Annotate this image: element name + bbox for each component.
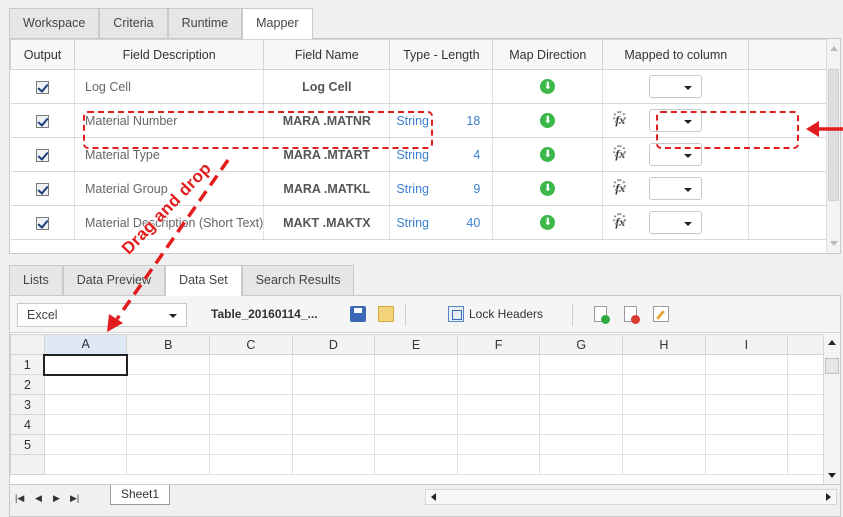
lock-headers-button[interactable]: Lock Headers [469, 307, 543, 321]
output-checkbox[interactable] [35, 216, 49, 230]
edit-icon[interactable] [653, 306, 669, 322]
formula-fx-icon[interactable]: fx [613, 179, 633, 197]
column-header[interactable]: E [374, 334, 458, 355]
delete-row-icon[interactable] [624, 306, 640, 324]
save-icon[interactable] [350, 306, 366, 322]
sheet-tab-bar: |◀ ◀ ▶ ▶| Sheet1 [10, 484, 840, 516]
table-row: Log Cell Log Cell ⬇ [10, 69, 839, 104]
type-length: String 9 [389, 171, 494, 206]
top-tab-bar: Workspace Criteria Runtime Mapper [9, 8, 313, 39]
sheet-row: 5 [10, 434, 840, 455]
sheet-row: 1 [10, 353, 840, 376]
map-direction-down-icon[interactable]: ⬇ [540, 79, 556, 95]
row-header[interactable]: 1 [10, 354, 45, 375]
tab-criteria[interactable]: Criteria [99, 8, 168, 38]
output-checkbox[interactable] [35, 80, 49, 94]
highlight-material-number [83, 111, 433, 149]
last-sheet-icon[interactable]: ▶| [70, 493, 79, 504]
field-name: Log Cell [263, 69, 391, 104]
next-sheet-icon[interactable]: ▶ [53, 493, 60, 504]
field-name: MAKT .MAKTX [263, 205, 391, 240]
header-field-name[interactable]: Field Name [263, 39, 391, 70]
header-type-length[interactable]: Type - Length [389, 39, 494, 70]
first-sheet-icon[interactable]: |◀ [15, 493, 24, 504]
bottom-tab-bar: Lists Data Preview Data Set Search Resul… [9, 265, 355, 296]
field-description: Log Cell [74, 69, 265, 104]
type-length: String 40 [389, 205, 494, 240]
column-header[interactable]: H [622, 334, 706, 355]
scroll-left-icon[interactable] [431, 493, 436, 501]
map-direction-down-icon[interactable]: ⬇ [540, 113, 556, 129]
row-header[interactable]: 4 [10, 414, 45, 435]
scroll-up-icon[interactable] [830, 46, 838, 51]
map-direction-down-icon[interactable]: ⬇ [540, 215, 556, 231]
dataset-toolbar: Excel Table_20160114_... Lock Headers [10, 296, 840, 333]
mapped-column-dropdown[interactable] [649, 75, 703, 98]
tab-search-results[interactable]: Search Results [241, 265, 355, 295]
column-header[interactable]: B [126, 334, 211, 355]
header-mapped-to-column[interactable]: Mapped to column [602, 39, 750, 70]
output-checkbox[interactable] [35, 182, 49, 196]
tab-mapper[interactable]: Mapper [242, 8, 313, 39]
mapped-column-dropdown[interactable] [649, 211, 703, 234]
sheet-tab[interactable]: Sheet1 [110, 485, 171, 505]
tab-runtime[interactable]: Runtime [167, 8, 243, 38]
scroll-thumb[interactable] [825, 358, 839, 374]
tab-data-preview[interactable]: Data Preview [62, 265, 166, 295]
prev-sheet-icon[interactable]: ◀ [35, 493, 42, 504]
column-header[interactable]: D [291, 334, 376, 355]
column-header[interactable]: G [539, 334, 624, 355]
tab-data-set[interactable]: Data Set [165, 265, 242, 296]
header-map-direction[interactable]: Map Direction [492, 39, 604, 70]
sheet-vertical-scrollbar[interactable] [823, 334, 840, 484]
type-length [389, 69, 494, 104]
column-header[interactable]: I [704, 334, 789, 355]
row-header[interactable]: 2 [10, 374, 45, 395]
sheet-row: 4 [10, 414, 840, 435]
lock-headers-icon[interactable] [448, 306, 464, 322]
column-header[interactable]: C [209, 334, 293, 355]
add-row-icon[interactable] [594, 306, 610, 324]
table-row: Material Group MARA .MATKL String 9 ⬇ fx [10, 171, 839, 206]
output-checkbox[interactable] [35, 114, 49, 128]
header-field-description[interactable]: Field Description [73, 39, 265, 70]
formula-fx-icon[interactable]: fx [613, 213, 633, 231]
scroll-thumb[interactable] [828, 69, 839, 201]
cell-a1[interactable] [43, 353, 128, 376]
scroll-right-icon[interactable] [826, 493, 831, 501]
formula-fx-icon[interactable]: fx [613, 145, 633, 163]
mapped-column-dropdown[interactable] [649, 177, 703, 200]
sheet-row: 3 [10, 394, 840, 415]
header-empty [748, 39, 839, 70]
tab-lists[interactable]: Lists [9, 265, 63, 295]
field-name: MARA .MATKL [263, 171, 391, 206]
column-header[interactable]: F [456, 334, 541, 355]
spreadsheet-grid[interactable]: A B C D E F G H I 1 2 3 4 5 [10, 334, 840, 475]
tab-workspace[interactable]: Workspace [9, 8, 100, 38]
header-output[interactable]: Output [10, 39, 75, 70]
dataset-panel: Excel Table_20160114_... Lock Headers A … [9, 295, 841, 517]
sheet-horizontal-scrollbar[interactable] [425, 489, 837, 505]
scroll-down-icon[interactable] [830, 241, 838, 246]
map-direction-down-icon[interactable]: ⬇ [540, 181, 556, 197]
map-direction-down-icon[interactable]: ⬇ [540, 147, 556, 163]
output-checkbox[interactable] [35, 148, 49, 162]
sheet-corner[interactable] [10, 334, 45, 355]
open-folder-icon[interactable] [378, 306, 394, 322]
source-select[interactable]: Excel [17, 303, 187, 327]
table-name-label: Table_20160114_... [211, 307, 318, 321]
sheet-row: 2 [10, 374, 840, 395]
row-header[interactable]: 3 [10, 394, 45, 415]
mapper-vertical-scrollbar[interactable] [826, 39, 840, 253]
scroll-down-icon[interactable] [828, 473, 836, 478]
sheet-row [10, 454, 840, 475]
scroll-up-icon[interactable] [828, 340, 836, 345]
highlight-mapped-column [656, 111, 799, 149]
formula-fx-icon[interactable]: fx [613, 111, 633, 129]
row-header[interactable]: 5 [10, 434, 45, 455]
column-header[interactable]: A [43, 334, 128, 355]
